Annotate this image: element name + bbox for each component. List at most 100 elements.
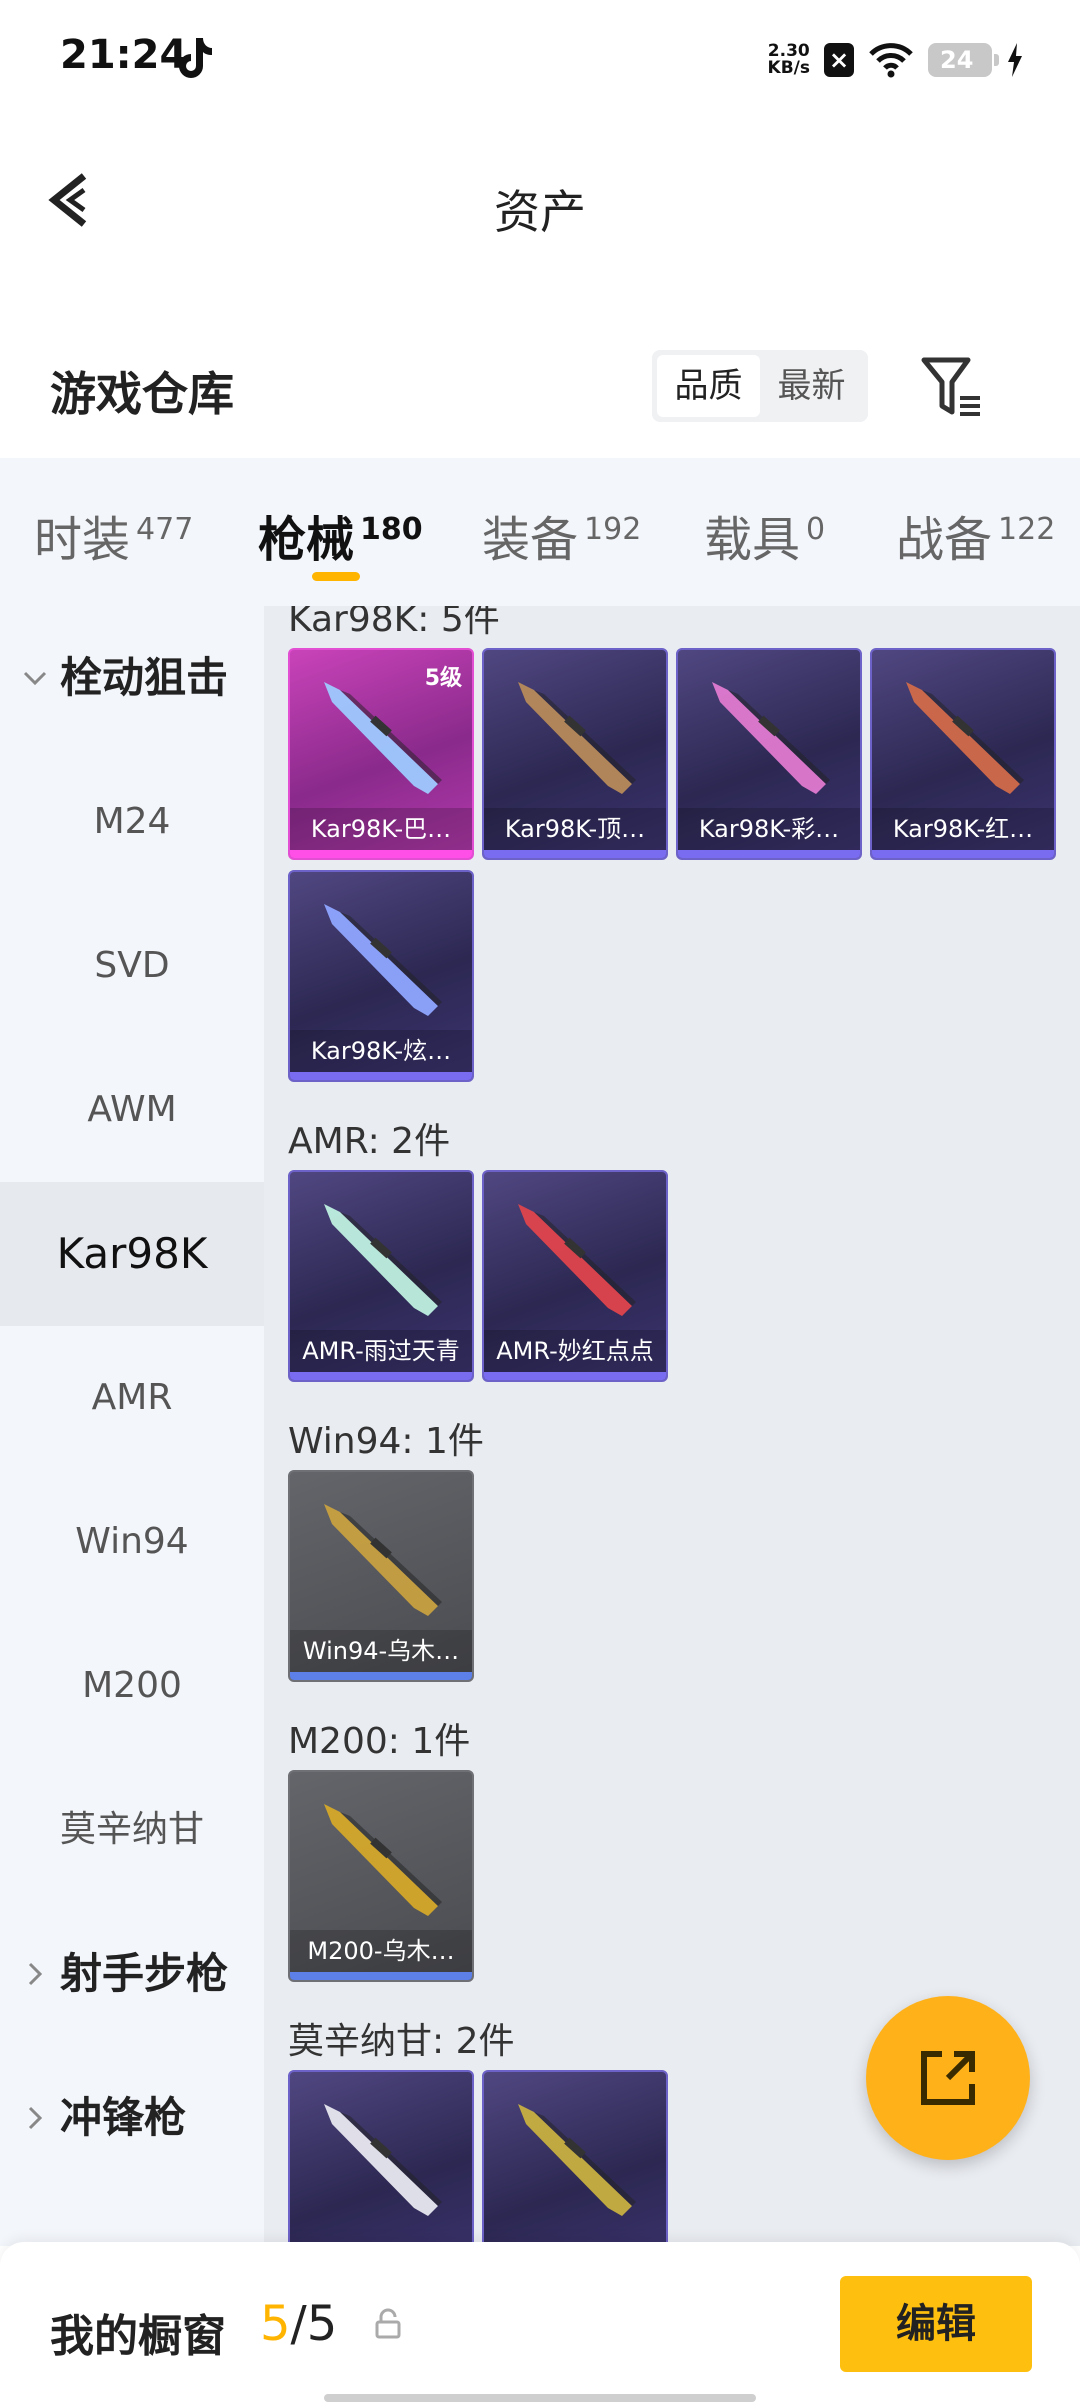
rifle-icon	[518, 2104, 636, 2216]
weapon-card[interactable]	[288, 2070, 474, 2246]
weapon-name: Kar98K-巴…	[290, 808, 472, 850]
weapon-card[interactable]: M200-乌木…	[288, 1770, 474, 1982]
home-indicator	[324, 2394, 756, 2402]
net-speed-unit: KB/s	[767, 58, 810, 78]
status-bar: 21:24 2.30 KB/s × 24	[0, 0, 1080, 120]
showcase-label: 我的橱窗	[50, 2311, 226, 2362]
share-external-icon	[921, 2051, 975, 2105]
tab-label: 战备	[896, 512, 993, 568]
showcase-total: 5	[306, 2296, 338, 2352]
weapon-card[interactable]: Kar98K-炫…	[288, 870, 474, 1082]
sidebar-item-mosin[interactable]: 莫辛纳甘	[0, 1758, 264, 1902]
sidebar-group-bolt-action[interactable]: 栓动狙击	[20, 606, 228, 750]
rarity-bar	[872, 850, 1054, 858]
sidebar-item-win94[interactable]: Win94	[0, 1470, 264, 1614]
rifle-icon	[324, 1504, 442, 1616]
filter-icon[interactable]	[920, 356, 984, 420]
lock-icon	[375, 2308, 401, 2339]
showcase-count: 5/5	[260, 2296, 337, 2352]
rifle-icon	[324, 1204, 442, 1316]
sidebar-item-m200[interactable]: M200	[0, 1614, 264, 1758]
chevron-right-icon	[28, 1962, 43, 1986]
sidebar-item-m24[interactable]: M24	[0, 750, 264, 894]
rarity-bar	[484, 850, 666, 858]
section-label: AMR: 2件	[288, 1121, 451, 1162]
sort-quality-option[interactable]: 品质	[657, 355, 760, 417]
tab-label: 时装	[34, 512, 131, 568]
weapon-name: Win94-乌木…	[290, 1630, 472, 1672]
weapon-card[interactable]: 5级 Kar98K-巴…	[288, 648, 474, 860]
sidebar-group-label: 射手步枪	[60, 1949, 229, 1998]
weapon-name: M200-乌木…	[290, 1930, 472, 1972]
rarity-bar	[678, 850, 860, 858]
level-badge: 5级	[424, 666, 462, 691]
share-button[interactable]	[866, 1996, 1030, 2160]
rifle-icon	[324, 2104, 442, 2216]
tab-count: 192	[584, 512, 642, 547]
rarity-bar	[290, 1672, 472, 1680]
edit-button[interactable]: 编辑	[840, 2276, 1032, 2372]
sidebar-group-smg[interactable]: 冲锋枪	[20, 2046, 186, 2190]
weapon-type-sidebar: 栓动狙击 M24 SVD AWM Kar98K AMR Win94 M200 莫…	[0, 606, 264, 2246]
tab-label: 载具	[704, 512, 801, 568]
weapon-card[interactable]: AMR-雨过天青	[288, 1170, 474, 1382]
section-label: Win94: 1件	[288, 1421, 484, 1462]
rifle-icon	[324, 904, 442, 1016]
weapon-card[interactable]: AMR-妙红点点	[482, 1170, 668, 1382]
sidebar-item-amr[interactable]: AMR	[0, 1326, 264, 1470]
rarity-bar	[484, 1372, 666, 1380]
section-label: M200: 1件	[288, 1721, 471, 1762]
tab-count: 180	[360, 512, 423, 547]
showcase-current: 5	[260, 2296, 291, 2352]
rarity-bar	[290, 850, 472, 858]
tab-count: 477	[136, 512, 194, 547]
tab-equipment[interactable]: 装备 192	[482, 500, 641, 570]
tab-vehicles[interactable]: 载具 0	[704, 500, 825, 570]
tab-supplies[interactable]: 战备 122	[896, 500, 1055, 570]
tiktok-icon	[179, 38, 212, 78]
charging-icon	[1008, 43, 1022, 77]
rifle-icon	[518, 682, 636, 794]
weapon-card[interactable]: Win94-乌木…	[288, 1470, 474, 1682]
rifle-icon	[712, 682, 830, 794]
rifle-icon	[518, 1204, 636, 1316]
page-title: 资产	[494, 185, 586, 239]
rarity-bar	[290, 1372, 472, 1380]
weapon-name: Kar98K-彩…	[678, 808, 860, 850]
rarity-bar	[290, 1972, 472, 1980]
status-icons: 2.30 KB/s × 24	[768, 38, 1024, 82]
rifle-icon	[324, 1804, 442, 1916]
active-tab-indicator	[312, 572, 360, 581]
tab-fashion[interactable]: 时装 477	[34, 500, 193, 570]
showcase-bar: 我的橱窗 5/5 编辑	[0, 2242, 1080, 2408]
weapon-name: Kar98K-炫…	[290, 1030, 472, 1072]
sidebar-group-label: 栓动狙击	[60, 653, 229, 702]
showcase-separator: /	[290, 2296, 307, 2352]
wifi-icon	[869, 43, 913, 78]
sidebar-item-kar98k[interactable]: Kar98K	[0, 1182, 264, 1326]
tab-label: 枪械	[258, 512, 355, 568]
sidebar-item-awm[interactable]: AWM	[0, 1038, 264, 1182]
chevron-right-icon	[28, 2106, 43, 2130]
sort-newest-option[interactable]: 最新	[760, 355, 863, 417]
section-label: Kar98K: 5件	[288, 606, 500, 640]
weapon-name: AMR-雨过天青	[290, 1330, 472, 1372]
tab-guns[interactable]: 枪械 180	[258, 500, 423, 570]
sidebar-group-label: 冲锋枪	[60, 2093, 187, 2142]
weapon-name: Kar98K-红…	[872, 808, 1054, 850]
weapon-card[interactable]: Kar98K-彩…	[676, 648, 862, 860]
tab-count: 122	[998, 512, 1056, 547]
net-speed: 2.30 KB/s	[768, 43, 810, 77]
close-box-icon: ×	[824, 43, 854, 77]
weapon-name: Kar98K-顶…	[484, 808, 666, 850]
sidebar-item-svd[interactable]: SVD	[0, 894, 264, 1038]
category-tabs: 时装 477 枪械 180 装备 192 载具 0 战备 122	[0, 458, 1080, 606]
weapon-card[interactable]: Kar98K-顶…	[482, 648, 668, 860]
status-time: 21:24	[60, 32, 188, 78]
tab-label: 装备	[482, 512, 579, 568]
tab-count: 0	[806, 512, 826, 547]
weapon-card[interactable]	[482, 2070, 668, 2246]
sidebar-group-marksman[interactable]: 射手步枪	[20, 1902, 228, 2046]
weapon-card[interactable]: Kar98K-红…	[870, 648, 1056, 860]
rarity-bar	[290, 1072, 472, 1080]
